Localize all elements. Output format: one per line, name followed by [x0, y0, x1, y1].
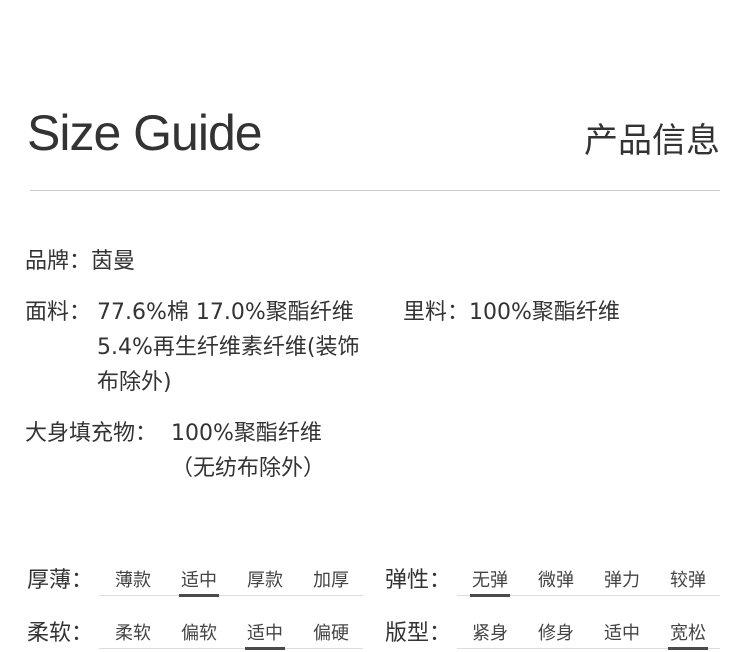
attribute-option: 厚款: [247, 570, 283, 591]
fabric-line-3: 布除外): [97, 370, 172, 395]
attribute-option: 紧身: [472, 623, 508, 644]
attribute-option: 适中: [604, 623, 640, 644]
attribute-option: 柔软: [115, 623, 151, 644]
filling-label: 大身填充物：: [25, 421, 158, 446]
lining-label: 里料：: [403, 300, 470, 325]
filling-line-1: 100%聚酯纤维: [171, 421, 322, 446]
attribute-option: 无弹: [472, 570, 508, 591]
attribute-option: 弹力: [604, 570, 640, 591]
lining-value: 100%聚酯纤维: [469, 300, 620, 325]
attribute-fit-label: 版型：: [385, 621, 452, 646]
brand-row: 品牌：茵曼: [25, 245, 135, 279]
attribute-option: 偏软: [181, 623, 217, 644]
selected-indicator: [668, 647, 708, 650]
brand-value: 茵曼: [91, 249, 136, 274]
selected-indicator: [245, 647, 285, 650]
fabric-label: 面料：: [25, 300, 92, 325]
lining-row: 里料：100%聚酯纤维: [403, 296, 620, 330]
page-title: Size Guide: [27, 105, 263, 161]
attribute-option: 较弹: [670, 570, 706, 591]
attribute-thickness-scale-line: [99, 595, 363, 596]
attribute-option: 宽松: [670, 623, 706, 644]
selected-indicator: [179, 594, 219, 597]
fabric-line-1: 77.6%棉 17.0%聚酯纤维: [97, 300, 354, 325]
attribute-option: 偏硬: [313, 623, 349, 644]
attribute-option: 加厚: [313, 570, 349, 591]
attribute-option: 适中: [247, 623, 283, 644]
brand-label: 品牌：: [25, 249, 92, 274]
attribute-option: 薄款: [115, 570, 151, 591]
attribute-option: 微弹: [538, 570, 574, 591]
filling-line-2: （无纺布除外）: [171, 456, 326, 481]
selected-indicator: [470, 594, 510, 597]
attribute-option: 修身: [538, 623, 574, 644]
attribute-softness-label: 柔软：: [27, 621, 94, 646]
fabric-line-2: 5.4%再生纤维素纤维(装饰: [97, 335, 360, 360]
page-title-cn: 产品信息: [584, 121, 720, 161]
attribute-softness-scale-line: [99, 648, 363, 649]
header-divider: [30, 190, 720, 191]
attribute-option: 适中: [181, 570, 217, 591]
attribute-elasticity-label: 弹性：: [385, 568, 452, 593]
attribute-thickness-label: 厚薄：: [27, 568, 94, 593]
